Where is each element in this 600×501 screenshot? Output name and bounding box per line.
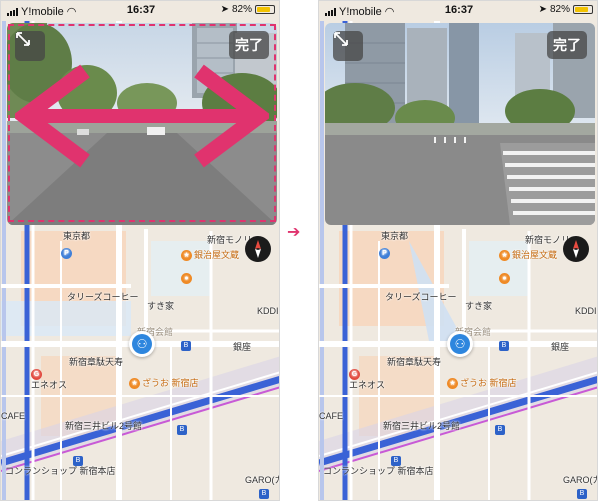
done-button[interactable]: 完了 [229, 31, 269, 59]
shop-icon: ● [181, 273, 192, 285]
street-view-marker[interactable]: ⚇ [447, 331, 473, 357]
bus-stop-icon[interactable]: B [495, 425, 505, 435]
done-button[interactable]: 完了 [547, 31, 587, 59]
binoculars-icon: ⚇ [132, 334, 152, 354]
map-label-zauo[interactable]: ★ ざうお 新宿店 [129, 376, 199, 390]
bus-stop-icon[interactable]: B [577, 489, 587, 499]
restaurant-icon: ★ [181, 250, 192, 262]
map-label-tullys[interactable]: タリーズコーヒー [385, 290, 457, 303]
bus-stop-icon[interactable]: B [391, 456, 401, 466]
map-label-kddi: KDDI [575, 306, 597, 316]
gas-station-icon: G [31, 369, 42, 381]
compass-icon[interactable] [245, 236, 271, 262]
battery-icon [573, 5, 593, 14]
map-label-mitsui: 新宿三井ビル2号館 [65, 421, 143, 431]
battery-icon [255, 5, 275, 14]
expand-button[interactable] [333, 31, 363, 61]
bus-stop-icon[interactable]: B [259, 489, 269, 499]
status-right: ➤ 82% [221, 4, 275, 15]
map-poi-p: P [379, 248, 392, 260]
restaurant-icon: ★ [447, 378, 458, 390]
transition-arrow-icon: ➔ [287, 224, 301, 241]
parking-icon: P [379, 248, 390, 260]
battery-percent: 82% [231, 4, 252, 15]
battery-percent: 82% [549, 4, 570, 15]
map-poi-gas: G [349, 369, 362, 381]
map-poi-gas: G [31, 369, 44, 381]
map-label-kddi: KDDI [257, 306, 279, 316]
restaurant-icon: ★ [129, 378, 140, 390]
map-label-garo[interactable]: GARO(カフ [245, 473, 279, 486]
map-label-bank: 東京都 [381, 231, 409, 241]
phone-screenshot-after: 新宿モノリス 東京都 P ★ 銀治屋文蔵 タリーズコーヒー すき家 KDDI ● … [318, 0, 598, 501]
parking-icon: P [61, 248, 72, 260]
location-arrow-icon: ➤ [220, 4, 229, 15]
map-label-zauo-text: ざうお 新宿店 [142, 378, 199, 388]
status-bar: Y!mobile ◠ 16:37 ➤ 82% [1, 1, 279, 21]
map-label-sukiya[interactable]: すき家 [465, 299, 492, 312]
expand-diagonal-icon [16, 32, 30, 46]
expand-button[interactable] [15, 31, 45, 61]
map-label-ginzan: 銀座 [233, 342, 252, 352]
bus-stop-icon[interactable]: B [177, 425, 187, 435]
phone-screenshot-before: 新宿モノリス 東京都 P ★ 銀治屋文蔵 タリーズコーヒー すき家 KDDI ● … [0, 0, 280, 501]
map-poi-p: P [61, 248, 74, 260]
bus-stop-icon[interactable]: B [181, 341, 191, 351]
bus-stop-icon[interactable]: B [499, 341, 509, 351]
map-label-shinjuku: 新宿章駄天寿 [69, 357, 124, 367]
map-poi-shop: ● [499, 273, 512, 285]
map-label-convenience[interactable]: コンランショップ 新宿本店 [5, 464, 116, 477]
map-label-ginzan: 銀座 [551, 342, 570, 352]
location-arrow-icon: ➤ [538, 4, 547, 15]
map-label-zauo-text: ざうお 新宿店 [460, 378, 517, 388]
swipe-arrows-icon [15, 64, 269, 168]
compass-icon[interactable] [563, 236, 589, 262]
map-label-bank: 東京都 [63, 231, 91, 241]
map-label-zauo[interactable]: ★ ざうお 新宿店 [447, 376, 517, 390]
binoculars-icon: ⚇ [450, 334, 470, 354]
battery-fill [575, 7, 589, 12]
map-label-ginza-text: 銀治屋文蔵 [194, 250, 240, 260]
gas-station-icon: G [349, 369, 360, 381]
map-label-mitsui: 新宿三井ビル2号館 [383, 421, 461, 431]
restaurant-icon: ★ [499, 250, 510, 262]
map-label-ginza[interactable]: ★ 銀治屋文蔵 [499, 248, 558, 262]
map-label-sukiya[interactable]: すき家 [147, 299, 174, 312]
map-label-tullys[interactable]: タリーズコーヒー [67, 290, 139, 303]
status-right: ➤ 82% [539, 4, 593, 15]
map-poi-shop: ● [181, 273, 194, 285]
shop-icon: ● [499, 273, 510, 285]
map-label-cafe: CAFE [319, 411, 344, 421]
page: 新宿モノリス 東京都 P ★ 銀治屋文蔵 タリーズコーヒー すき家 KDDI ● … [0, 0, 600, 501]
status-bar: Y!mobile ◠ 16:37 ➤ 82% [319, 1, 597, 21]
map-label-garo[interactable]: GARO(カフ [563, 473, 597, 486]
map-label-shinjuku: 新宿章駄天寿 [387, 357, 442, 367]
expand-diagonal-icon [334, 32, 348, 46]
bus-stop-icon[interactable]: B [73, 456, 83, 466]
battery-fill [257, 7, 271, 12]
street-view-marker[interactable]: ⚇ [129, 331, 155, 357]
map-label-cafe: CAFE [1, 411, 26, 421]
map-label-ginza[interactable]: ★ 銀治屋文蔵 [181, 248, 240, 262]
street-view-panel[interactable]: 完了 [325, 23, 595, 225]
map-label-ginza-text: 銀治屋文蔵 [512, 250, 558, 260]
map-label-convenience[interactable]: コンランショップ 新宿本店 [323, 464, 434, 477]
